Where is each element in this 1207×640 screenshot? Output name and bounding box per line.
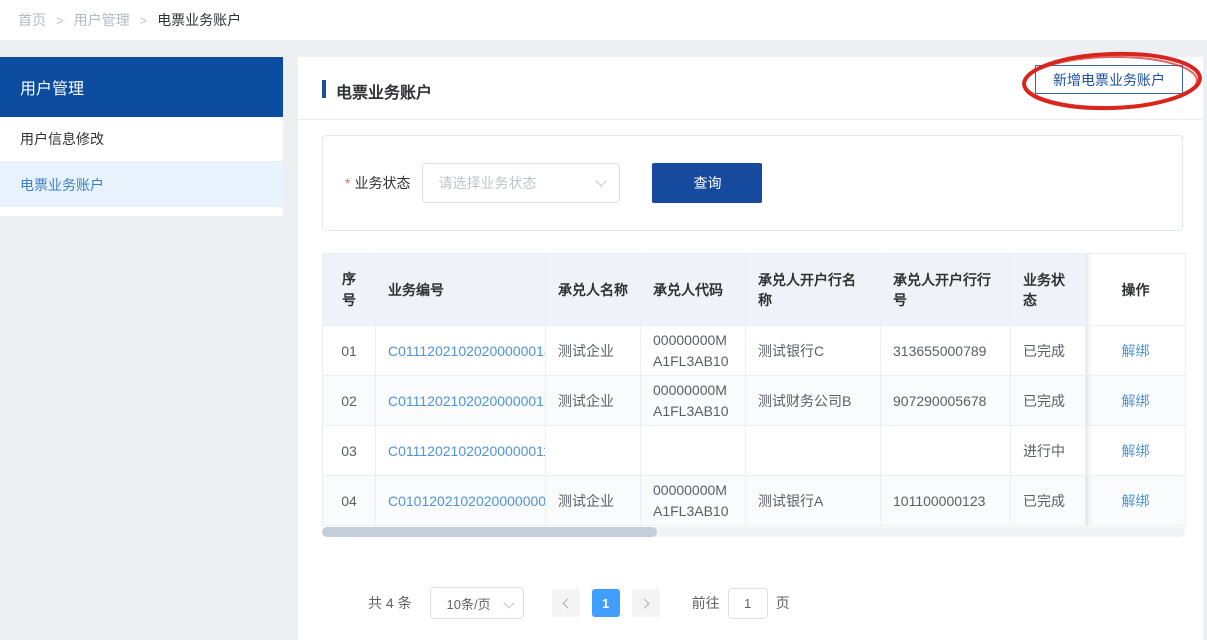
unbind-link[interactable]: 解绑 <box>1122 493 1150 509</box>
cell-acceptor-bank-no: 907290005678 <box>881 376 1011 426</box>
table-row: 02 C01112021020200000012 测试企业 00000000MA… <box>323 376 1186 426</box>
cell-index: 04 <box>323 476 376 526</box>
pagination: 共 4 条 10条/页 1 前往 页 <box>368 587 790 619</box>
title-accent-bar <box>322 80 326 98</box>
cell-acceptor-bank-name: 测试财务公司B <box>746 376 881 426</box>
chevron-down-icon <box>596 175 607 186</box>
next-page-button[interactable] <box>632 589 660 617</box>
cell-acceptor-code: 00000000MA1FL3AB10 <box>653 480 733 521</box>
cell-acceptor-bank-name: 测试银行C <box>746 326 881 376</box>
cell-acceptor-code: 00000000MA1FL3AB10 <box>653 330 733 371</box>
cell-acceptor-bank-no <box>881 426 1011 476</box>
page-title: 电票业务账户 <box>336 79 432 103</box>
cell-acceptor-bank-name: 测试银行A <box>746 476 881 526</box>
table-row: 04 C01012021020200000003 测试企业 00000000MA… <box>323 476 1186 526</box>
cell-acceptor-name: 测试企业 <box>546 476 641 526</box>
cell-status: 已完成 <box>1011 326 1086 376</box>
business-status-label: 业务状态 <box>354 173 410 193</box>
breadcrumb-current: 电票业务账户 <box>157 10 241 30</box>
breadcrumb-home[interactable]: 首页 <box>18 10 46 30</box>
page-unit-label: 页 <box>776 593 790 613</box>
col-header-status: 业务状态 <box>1011 254 1086 326</box>
biz-no-link[interactable]: C01012021020200000003 <box>388 493 546 509</box>
col-header-acceptor-name: 承兑人名称 <box>546 254 641 326</box>
col-header-biz-no: 业务编号 <box>376 254 546 326</box>
biz-no-link[interactable]: C01112021020200000011 <box>388 443 546 459</box>
business-status-select[interactable]: 请选择业务状态 <box>422 163 620 203</box>
sidebar-title: 用户管理 <box>0 57 283 117</box>
current-page-button[interactable]: 1 <box>592 589 620 617</box>
cell-acceptor-name: 测试企业 <box>546 326 641 376</box>
total-count-label: 共 4 条 <box>368 593 412 613</box>
cell-acceptor-name <box>546 426 641 476</box>
sidebar-item-ebill-account[interactable]: 电票业务账户 <box>0 162 283 207</box>
sidebar-footer-strip <box>0 207 283 216</box>
col-header-acceptor-code: 承兑人代码 <box>641 254 746 326</box>
col-header-index: 序号 <box>323 254 376 326</box>
unbind-link[interactable]: 解绑 <box>1122 343 1150 359</box>
breadcrumb-separator: > <box>140 13 148 28</box>
select-placeholder: 请选择业务状态 <box>438 173 536 193</box>
table-row: 03 C01112021020200000011 进行中 解绑 <box>323 426 1186 476</box>
cell-acceptor-bank-no: 313655000789 <box>881 326 1011 376</box>
cell-acceptor-bank-name <box>746 426 881 476</box>
cell-status: 已完成 <box>1011 476 1086 526</box>
cell-acceptor-code: 00000000MA1FL3AB10 <box>653 380 733 421</box>
breadcrumb: 首页 > 用户管理 > 电票业务账户 <box>0 0 1207 40</box>
table-row: 01 C01112021020200000018 测试企业 00000000MA… <box>323 326 1186 376</box>
cell-index: 02 <box>323 376 376 426</box>
sidebar: 用户管理 用户信息修改 电票业务账户 <box>0 57 283 216</box>
chevron-right-icon <box>639 598 649 608</box>
sidebar-item-label: 电票业务账户 <box>20 175 104 195</box>
goto-page-input[interactable] <box>728 588 768 619</box>
add-ebill-account-button[interactable]: 新增电票业务账户 <box>1035 65 1183 94</box>
breadcrumb-user-management[interactable]: 用户管理 <box>74 10 130 30</box>
biz-no-link[interactable]: C01112021020200000018 <box>388 343 546 359</box>
col-header-acceptor-bank-no: 承兑人开户行行号 <box>881 254 1011 326</box>
cell-acceptor-name: 测试企业 <box>546 376 641 426</box>
col-header-acceptor-bank-name: 承兑人开户行名称 <box>746 254 881 326</box>
cell-index: 03 <box>323 426 376 476</box>
col-header-action: 操作 <box>1086 254 1186 326</box>
cell-index: 01 <box>323 326 376 376</box>
page-size-value: 10条/页 <box>447 594 491 613</box>
unbind-link[interactable]: 解绑 <box>1122 393 1150 409</box>
chevron-down-icon <box>503 597 514 608</box>
main-panel: 电票业务账户 新增电票业务账户 * 业务状态 请选择业务状态 查询 序号 业务编… <box>298 57 1203 640</box>
sidebar-item-user-info-edit[interactable]: 用户信息修改 <box>0 117 283 162</box>
query-button[interactable]: 查询 <box>652 163 762 203</box>
scrollbar-thumb[interactable] <box>322 527 657 537</box>
table-horizontal-scrollbar[interactable] <box>322 527 1185 537</box>
required-mark: * <box>345 175 350 191</box>
cell-status: 进行中 <box>1011 426 1086 476</box>
cell-status: 已完成 <box>1011 376 1086 426</box>
chevron-left-icon <box>562 598 572 608</box>
unbind-link[interactable]: 解绑 <box>1122 443 1150 459</box>
page-size-select[interactable]: 10条/页 <box>430 587 524 619</box>
biz-no-link[interactable]: C01112021020200000012 <box>388 393 546 409</box>
filter-box: * 业务状态 请选择业务状态 查询 <box>322 135 1183 231</box>
breadcrumb-separator: > <box>56 13 64 28</box>
panel-header: 电票业务账户 新增电票业务账户 <box>298 57 1203 120</box>
cell-acceptor-bank-no: 101100000123 <box>881 476 1011 526</box>
goto-label: 前往 <box>692 593 720 613</box>
sidebar-item-label: 用户信息修改 <box>20 129 104 149</box>
table-header-row: 序号 业务编号 承兑人名称 承兑人代码 承兑人开户行名称 承兑人开户行行号 业务… <box>323 254 1186 326</box>
accounts-table: 序号 业务编号 承兑人名称 承兑人代码 承兑人开户行名称 承兑人开户行行号 业务… <box>322 253 1185 526</box>
prev-page-button[interactable] <box>552 589 580 617</box>
